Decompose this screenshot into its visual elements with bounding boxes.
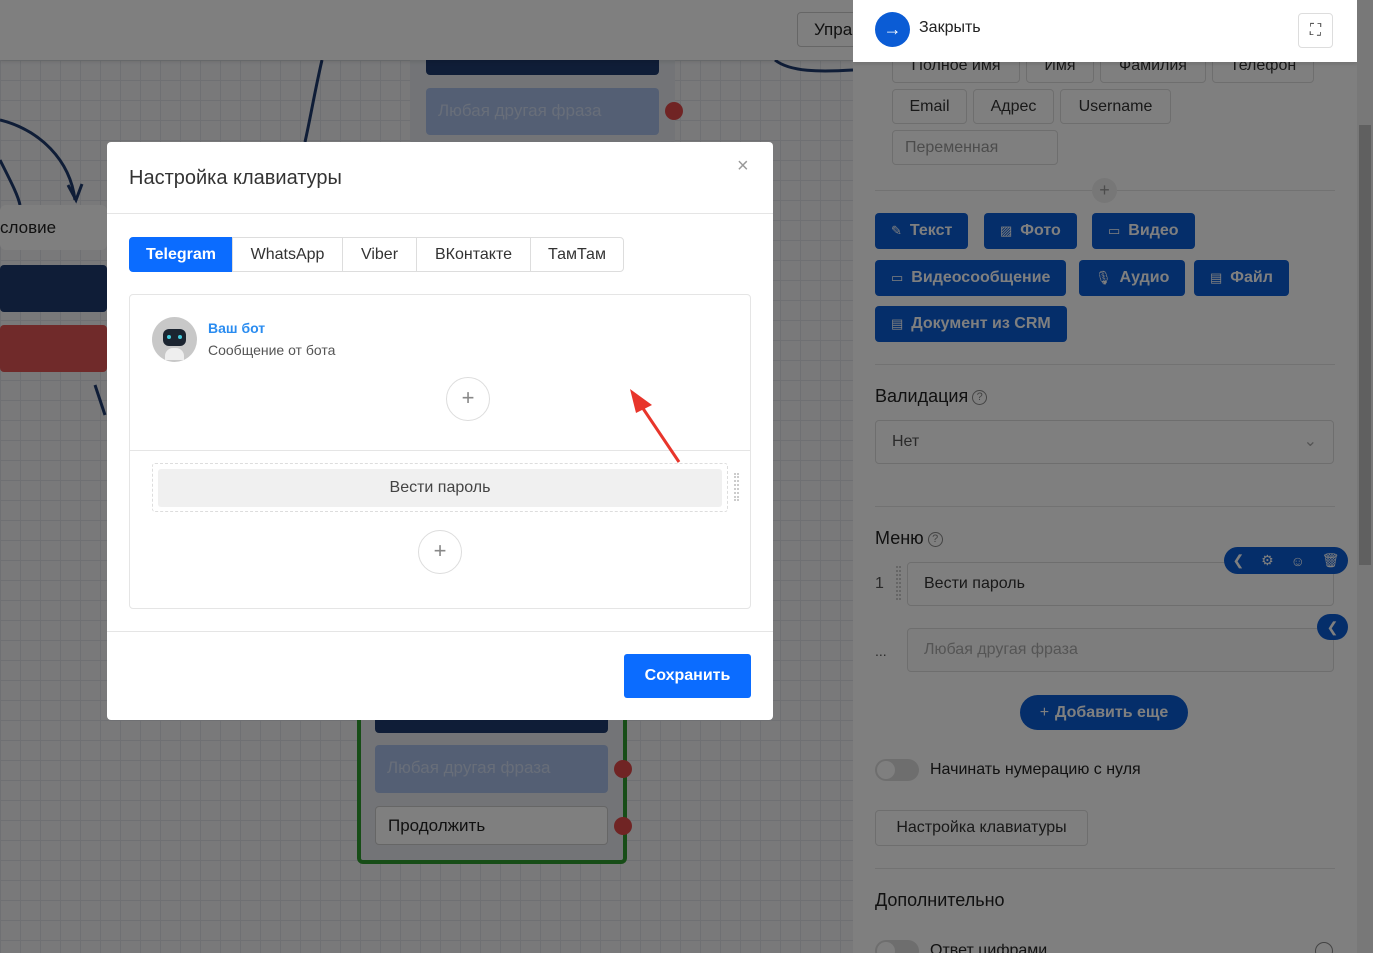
annotation-arrow xyxy=(630,389,681,463)
tab-telegram[interactable]: Telegram xyxy=(129,237,233,272)
fullscreen-icon[interactable]: ⛶ xyxy=(1298,13,1333,48)
add-message-button[interactable]: + xyxy=(446,377,490,421)
divider xyxy=(107,213,773,214)
bot-avatar xyxy=(152,317,197,362)
keyboard-button[interactable]: Вести пароль xyxy=(158,469,722,507)
tab-tamtam[interactable]: ТамТам xyxy=(530,237,624,272)
tab-viber[interactable]: Viber xyxy=(342,237,417,272)
modal-title: Настройка клавиатуры xyxy=(129,167,342,189)
close-icon[interactable]: × xyxy=(737,155,749,178)
add-row-button[interactable]: + xyxy=(418,530,462,574)
save-button[interactable]: Сохранить xyxy=(624,654,751,698)
keyboard-settings-modal: Настройка клавиатуры × Telegram WhatsApp… xyxy=(107,142,773,720)
bot-message: Сообщение от бота xyxy=(208,342,336,358)
bot-name: Ваш бот xyxy=(208,320,266,336)
panel-header: → Закрыть ⛶ xyxy=(853,0,1357,62)
tab-whatsapp[interactable]: WhatsApp xyxy=(232,237,343,272)
drag-handle-icon[interactable] xyxy=(734,473,739,501)
button-row: Вести пароль xyxy=(152,463,728,512)
arrow-right-icon[interactable]: → xyxy=(875,12,910,47)
tab-vkontakte[interactable]: ВКонтакте xyxy=(416,237,531,272)
divider xyxy=(107,631,773,632)
close-label[interactable]: Закрыть xyxy=(919,19,981,37)
